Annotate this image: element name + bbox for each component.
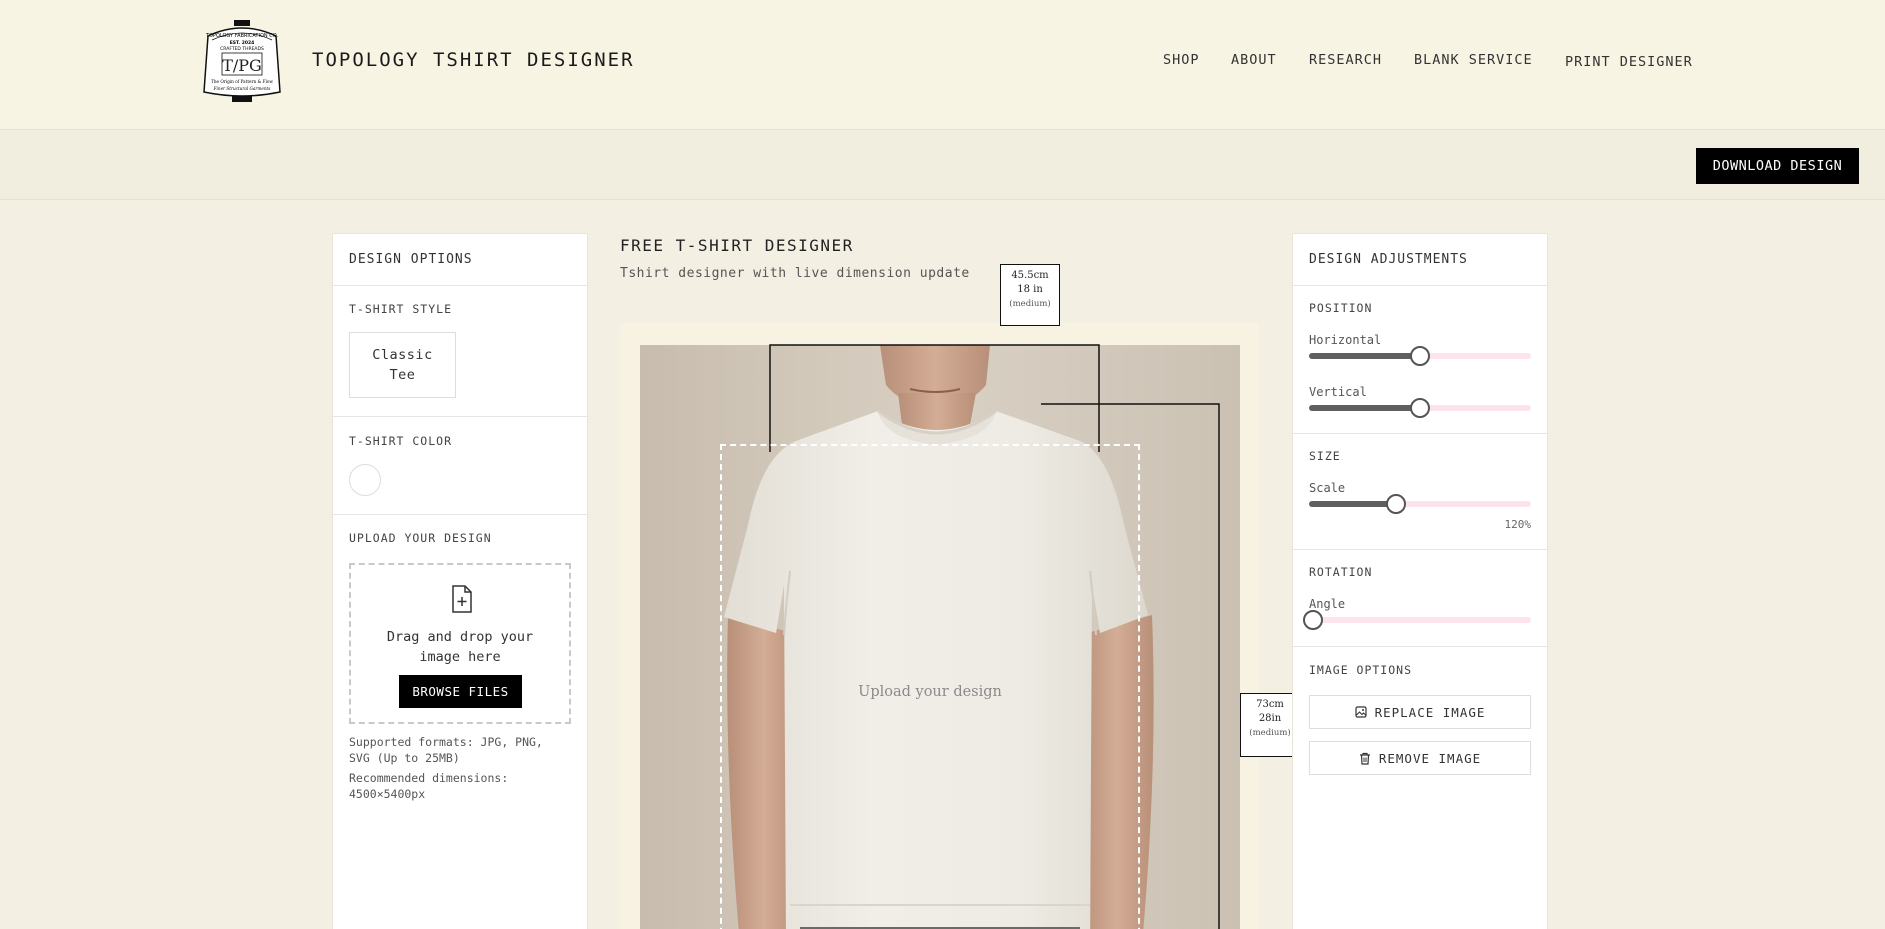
image-icon (1354, 706, 1367, 718)
angle-label: Angle (1309, 597, 1346, 611)
horizontal-label: Horizontal (1309, 333, 1382, 347)
trash-icon (1359, 752, 1370, 765)
replace-image-button[interactable]: REPLACE IMAGE (1309, 695, 1531, 729)
remove-image-label: REMOVE IMAGE (1378, 750, 1482, 766)
size-section: SIZE Scale 120% (1293, 434, 1547, 550)
rotation-section: ROTATION Angle (1293, 550, 1547, 647)
section-title: SIZE (1309, 449, 1341, 463)
position-section: POSITION Horizontal Vertical (1293, 286, 1547, 434)
section-title: IMAGE OPTIONS (1309, 663, 1413, 677)
upload-placeholder: Upload your design (858, 684, 1002, 700)
image-options-section: IMAGE OPTIONS REPLACE IMAGE REMOVE IMAGE (1293, 647, 1547, 847)
design-adjustments-panel: DESIGN ADJUSTMENTS POSITION Horizontal V… (1292, 233, 1548, 929)
section-title: ROTATION (1309, 565, 1373, 579)
vertical-slider[interactable] (1309, 398, 1531, 418)
scale-label: Scale (1309, 481, 1346, 495)
scale-slider[interactable] (1309, 494, 1531, 514)
horizontal-slider[interactable] (1309, 346, 1531, 366)
panel-title: DESIGN ADJUSTMENTS (1293, 234, 1547, 286)
angle-slider[interactable] (1303, 610, 1531, 630)
replace-image-label: REPLACE IMAGE (1374, 704, 1486, 720)
section-title: POSITION (1309, 301, 1373, 315)
slider-handle[interactable] (1303, 610, 1323, 630)
remove-image-button[interactable]: REMOVE IMAGE (1309, 741, 1531, 775)
slider-handle[interactable] (1410, 398, 1430, 418)
height-dimension-label: 73cm 28in (medium) (1240, 693, 1300, 757)
vertical-label: Vertical (1309, 385, 1367, 399)
scale-value: 120% (1504, 518, 1532, 531)
slider-handle[interactable] (1410, 346, 1430, 366)
width-dimension-label: 45.5cm 18 in (medium) (1000, 264, 1060, 326)
slider-handle[interactable] (1385, 494, 1406, 514)
